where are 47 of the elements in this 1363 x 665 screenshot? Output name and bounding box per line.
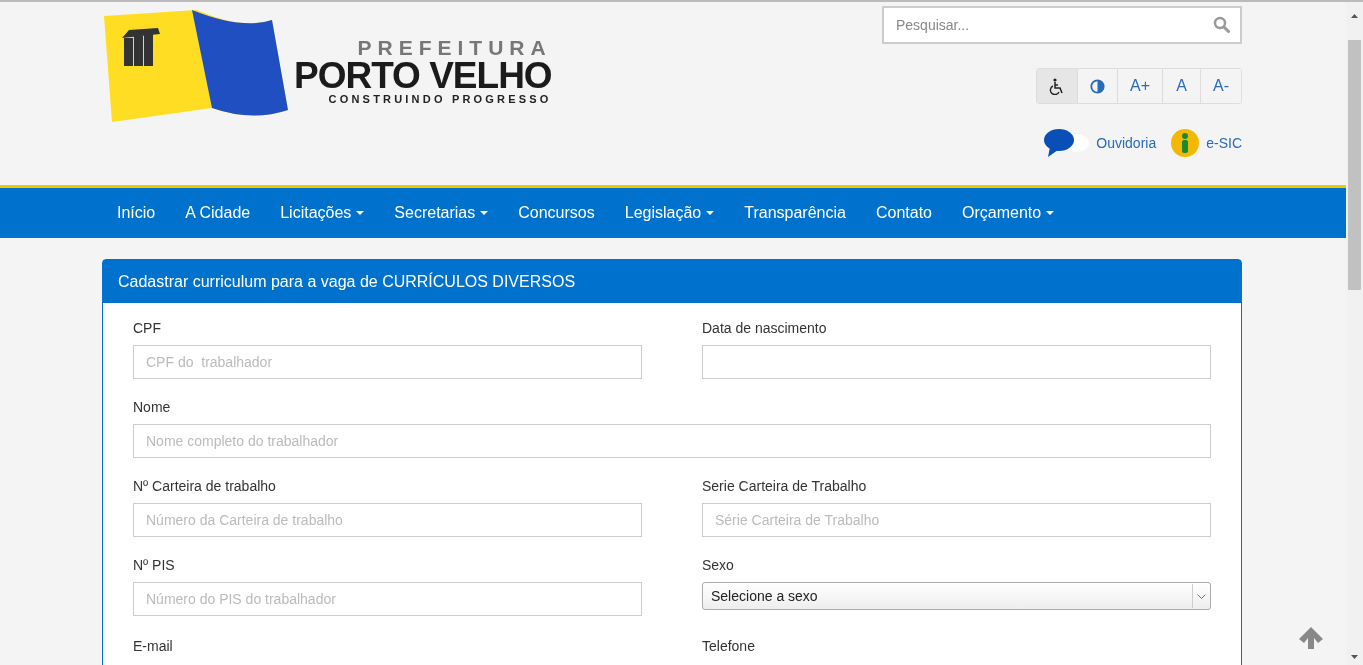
nav-link[interactable]: Início [102,204,171,222]
nav-link[interactable]: Concursos [503,204,610,222]
input-field[interactable]: Série Carteira de Trabalho [702,503,1211,537]
field-label: Nome [133,398,172,416]
wheelchair-icon [1049,77,1065,95]
arrow-up-icon[interactable] [1298,626,1324,650]
field-label: Serie Carteira de Trabalho [702,477,868,495]
input-field[interactable]: Nome completo do trabalhador [133,424,1211,458]
speech-bubbles-icon [1044,128,1091,158]
accessibility-button[interactable] [1037,69,1077,103]
search-icon [1213,16,1230,33]
nav-link[interactable]: Legislação [609,204,730,222]
field-label: Telefone [702,637,756,655]
caret-icon [1046,211,1055,215]
nav-link[interactable]: Licitações [265,204,380,222]
nav-link[interactable]: Orçamento [947,204,1070,222]
panel-title: Cadastrar curriculum para a vaga de CURRÍCULOS DIVERSOS [118,272,576,291]
nav-link[interactable]: Secretarias [379,204,504,222]
search-field[interactable]: Pesquisar... [882,6,1242,44]
logo-tagline: CONSTRUINDO PROGRESSO [328,93,552,105]
field-label: CPF [133,319,162,337]
field-label: Data de nascimento [702,319,828,337]
input-field[interactable]: Número do PIS do trabalhador [133,582,642,616]
nav-link[interactable]: A Cidade [170,204,266,222]
field-label: E-mail [133,637,174,655]
contrast-icon [1090,78,1105,94]
nav-link[interactable]: Transparência [729,204,861,222]
input-field[interactable]: CPF do trabalhador [133,345,642,379]
caret-icon [706,211,715,215]
select-field[interactable]: Selecione a sexo [702,582,1211,610]
logo-subtitle: PREFEITURA [357,37,552,59]
font-size-button[interactable]: A- [1200,69,1241,103]
info-icon [1170,128,1201,158]
field-label: Nº Carteira de trabalho [133,477,277,495]
scroll-up-icon[interactable] [1351,14,1358,18]
caret-icon [480,211,489,215]
header-link[interactable]: e-SIC [1170,128,1242,158]
field-label: Sexo [702,556,735,574]
input-field[interactable]: Número da Carteira de trabalho [133,503,642,537]
logo-title: PORTO VELHO [294,59,552,93]
scroll-down-icon[interactable] [1351,655,1358,659]
caret-icon [356,211,365,215]
field-label: Nº PIS [133,556,176,574]
input-field[interactable] [702,345,1211,379]
nav-link[interactable]: Contato [860,204,947,222]
chevron-down-icon [1197,593,1206,599]
header-link[interactable]: Ouvidoria [1044,128,1157,158]
